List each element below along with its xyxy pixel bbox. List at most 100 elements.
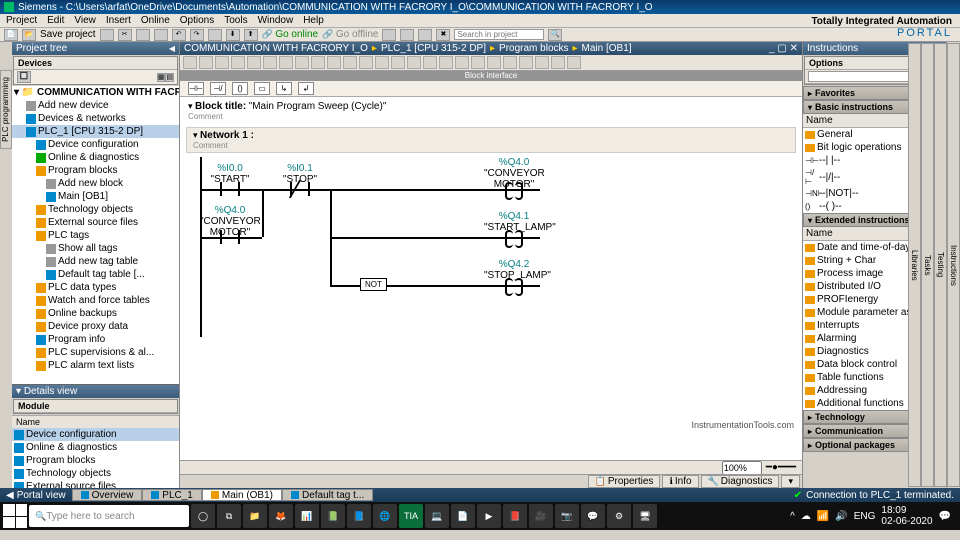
tree-item[interactable]: PLC_1 [CPU 315-2 DP]	[12, 125, 179, 138]
sb-plc-tab[interactable]: PLC_1	[142, 489, 202, 501]
tree-item[interactable]: Technology objects	[12, 203, 179, 216]
go-online-button[interactable]: 🔗 Go online	[262, 29, 319, 40]
cortana-icon[interactable]: ◯	[191, 504, 215, 528]
tb-icon-2[interactable]	[400, 29, 414, 41]
tb-app-icon[interactable]: 🦊	[269, 504, 293, 528]
tree-item[interactable]: Show all tags	[12, 242, 179, 255]
prop-collapse-icon[interactable]: ▾	[781, 475, 800, 488]
et-icon[interactable]	[183, 56, 197, 69]
zoom-input[interactable]	[722, 461, 762, 475]
info-tab[interactable]: ℹInfo	[662, 475, 698, 488]
tray-clock[interactable]: 18:0902-06-2020	[881, 505, 932, 527]
menu-project[interactable]: Project	[6, 15, 37, 26]
et-icon[interactable]	[407, 56, 421, 69]
tree-item[interactable]: Program blocks	[12, 164, 179, 177]
tb-app-icon[interactable]: 📄	[451, 504, 475, 528]
portal-view-button[interactable]: ◀ Portal view	[0, 490, 72, 501]
not-block[interactable]: NOT	[360, 278, 387, 291]
tree-item[interactable]: Default tag table [...	[12, 268, 179, 281]
search-input[interactable]	[454, 29, 544, 40]
details-item[interactable]: Technology objects	[12, 467, 179, 480]
details-item[interactable]: Program blocks	[12, 454, 179, 467]
instr-search-input[interactable]	[808, 71, 920, 82]
tb-app-icon[interactable]: TIA	[399, 504, 423, 528]
sb-main-tab[interactable]: Main (OB1)	[202, 489, 282, 501]
copy-icon[interactable]	[136, 29, 150, 41]
go-offline-button[interactable]: 🔗 Go offline	[322, 29, 378, 40]
tb-app-icon[interactable]: 📷	[555, 504, 579, 528]
menu-tools[interactable]: Tools	[224, 15, 247, 26]
tb-app-icon[interactable]: 🌐	[373, 504, 397, 528]
et-icon[interactable]	[263, 56, 277, 69]
tree-item[interactable]: Online backups	[12, 307, 179, 320]
menu-insert[interactable]: Insert	[106, 15, 131, 26]
contact-nc-icon[interactable]: ⊣/⊢	[210, 82, 226, 95]
tree-item[interactable]: External source files	[12, 216, 179, 229]
undo-icon[interactable]: ↶	[172, 29, 186, 41]
tb-app-icon[interactable]: 💬	[581, 504, 605, 528]
details-item[interactable]: External source files	[12, 480, 179, 488]
branch-icon[interactable]: ↳	[276, 82, 292, 95]
tb-app-icon[interactable]: 📕	[503, 504, 527, 528]
tree-item[interactable]: Online & diagnostics	[12, 151, 179, 164]
print-icon[interactable]	[100, 29, 114, 41]
save-project-button[interactable]: Save project	[40, 29, 96, 40]
menu-help[interactable]: Help	[303, 15, 324, 26]
branch-close-icon[interactable]: ↲	[298, 82, 314, 95]
tray-notif-icon[interactable]: 💬	[939, 511, 951, 522]
menu-options[interactable]: Options	[180, 15, 214, 26]
tree-item[interactable]: Watch and force tables	[12, 294, 179, 307]
tree-opt2-icon[interactable]: ▤	[165, 73, 174, 82]
taskbar-search-input[interactable]: 🔍 Type here to search	[29, 505, 189, 527]
download-icon[interactable]: ⬇	[226, 29, 240, 41]
paste-icon[interactable]	[154, 29, 168, 41]
et-icon[interactable]	[487, 56, 501, 69]
tb-icon-4[interactable]: ✖	[436, 29, 450, 41]
tb-app-icon[interactable]: ⚙	[607, 504, 631, 528]
diagnostics-tab[interactable]: 🔧Diagnostics	[701, 475, 780, 488]
menu-edit[interactable]: Edit	[47, 15, 64, 26]
block-interface-bar[interactable]: Block interface	[180, 71, 802, 81]
tree-item[interactable]: Device proxy data	[12, 320, 179, 333]
editor-minimize-icon[interactable]: _ ▢ ✕	[769, 43, 798, 54]
tb-icon-1[interactable]	[382, 29, 396, 41]
tray-wifi-icon[interactable]: 📶	[817, 511, 829, 522]
new-project-icon[interactable]: 📄	[4, 29, 18, 41]
et-icon[interactable]	[551, 56, 565, 69]
tray-vol-icon[interactable]: 🔊	[835, 511, 847, 522]
tb-app-icon[interactable]: 📘	[347, 504, 371, 528]
tb-app-icon[interactable]: 💻	[425, 504, 449, 528]
et-icon[interactable]	[343, 56, 357, 69]
tb-app-icon[interactable]: 📊	[295, 504, 319, 528]
tree-item[interactable]: PLC tags	[12, 229, 179, 242]
upload-icon[interactable]: ⬆	[244, 29, 258, 41]
tree-item[interactable]: Add new tag table	[12, 255, 179, 268]
tray-cloud-icon[interactable]: ☁	[801, 511, 811, 522]
devices-tab[interactable]: Devices	[14, 57, 177, 70]
et-icon[interactable]	[279, 56, 293, 69]
tb-app-icon[interactable]: 📁	[243, 504, 267, 528]
et-icon[interactable]	[327, 56, 341, 69]
tray-up-icon[interactable]: ^	[790, 511, 795, 522]
et-icon[interactable]	[439, 56, 453, 69]
tree-item[interactable]: PLC data types	[12, 281, 179, 294]
et-icon[interactable]	[535, 56, 549, 69]
side-tab-libraries[interactable]: Libraries	[908, 43, 921, 487]
module-tab[interactable]: Module	[14, 400, 177, 413]
side-tab-testing[interactable]: Testing	[934, 43, 947, 487]
et-icon[interactable]	[391, 56, 405, 69]
menu-view[interactable]: View	[74, 15, 96, 26]
tb-app-icon[interactable]: 🖥	[633, 504, 657, 528]
side-tab-tasks[interactable]: Tasks	[921, 43, 934, 487]
contact-no-icon[interactable]: ⊣⊢	[188, 82, 204, 95]
tb-app-icon[interactable]: 🎥	[529, 504, 553, 528]
project-tree[interactable]: ▾ 📁 COMMUNICATION WITH FACR...Add new de…	[12, 86, 179, 384]
et-icon[interactable]	[215, 56, 229, 69]
tb-app-icon[interactable]: ▶	[477, 504, 501, 528]
tb-app-icon[interactable]: 📗	[321, 504, 345, 528]
details-tree[interactable]: Device configurationOnline & diagnostics…	[12, 428, 179, 488]
system-tray[interactable]: ^ ☁ 📶 🔊 ENG 18:0902-06-2020 💬	[790, 505, 957, 527]
tree-view-icon[interactable]: 🔲	[17, 71, 31, 83]
box-icon[interactable]: ▭	[254, 82, 270, 95]
et-icon[interactable]	[455, 56, 469, 69]
